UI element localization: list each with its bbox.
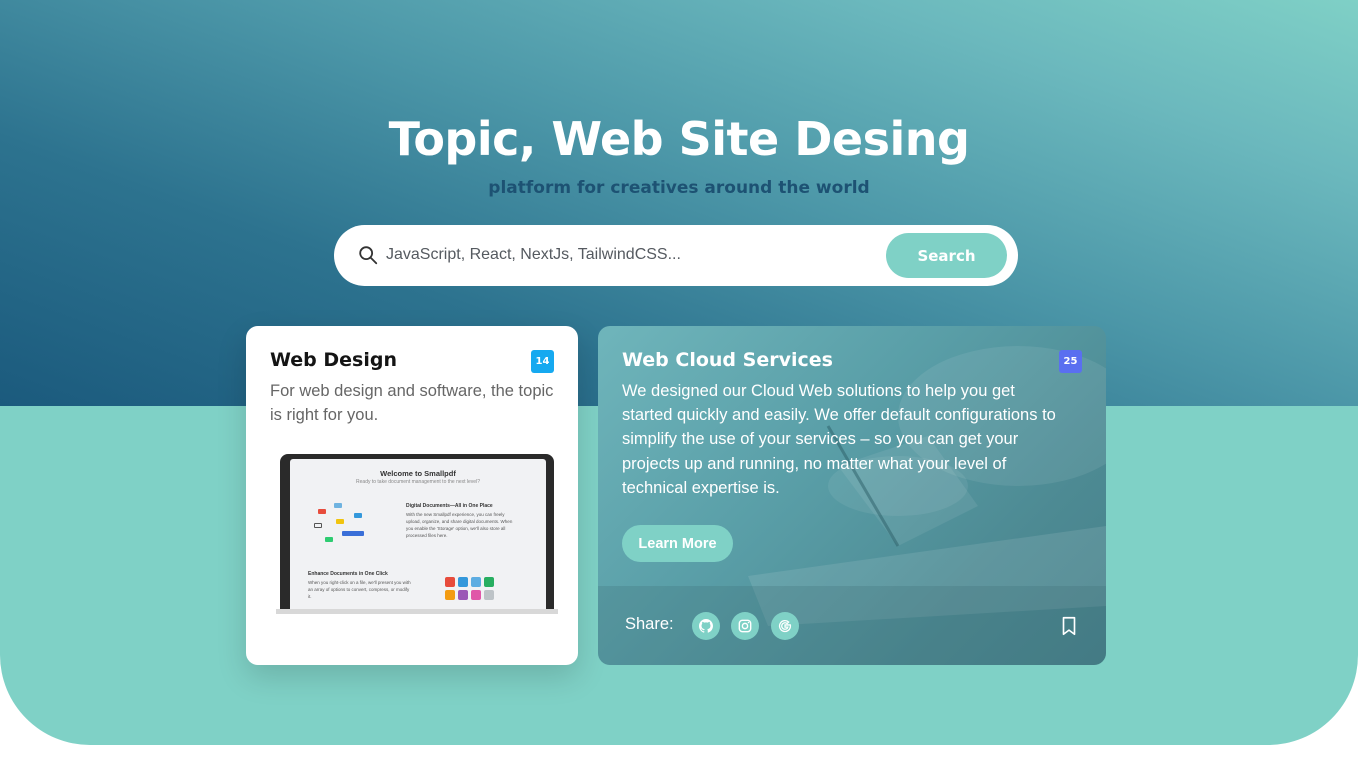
tool-tile: [484, 577, 494, 587]
card-description: For web design and software, the topic i…: [270, 382, 554, 424]
screen-heading: Enhance Documents in One Click: [308, 571, 388, 577]
tool-tile: [458, 590, 468, 600]
card-web-cloud-services[interactable]: Web Cloud Services 25 We designed our Cl…: [598, 326, 1106, 665]
tool-tile: [471, 590, 481, 600]
screen-text: With the new Smallpdf experience, you ca…: [406, 512, 513, 538]
tool-tile: [458, 577, 468, 587]
bookmark-icon[interactable]: [1058, 615, 1080, 637]
count-badge: 14: [531, 350, 554, 373]
search-input[interactable]: [386, 239, 876, 271]
screen-text: When you right-click on a file, we'll pr…: [308, 580, 411, 599]
tool-tile: [445, 590, 455, 600]
tablet-illustration: Welcome to Smallpdf Ready to take docume…: [276, 454, 558, 614]
google-icon[interactable]: [771, 612, 799, 640]
file-chip: [325, 537, 333, 542]
file-chip: [336, 519, 344, 524]
tool-tile: [484, 590, 494, 600]
file-chip: [318, 509, 326, 514]
search-icon: [359, 246, 378, 265]
tablet-base: [276, 609, 558, 614]
page-subtitle: platform for creatives around the world: [488, 178, 870, 198]
github-icon[interactable]: [692, 612, 720, 640]
card-title: Web Cloud Services: [622, 349, 833, 371]
learn-more-button[interactable]: Learn More: [622, 525, 733, 562]
screen-title: Welcome to Smallpdf: [380, 469, 456, 478]
file-chip: [334, 503, 342, 508]
share-label: Share:: [625, 615, 674, 633]
file-chip: [354, 513, 362, 518]
page-title: Topic, Web Site Desing: [388, 112, 970, 166]
count-badge: 25: [1059, 350, 1082, 373]
file-chip: [342, 531, 364, 536]
screen-subtitle: Ready to take document management to the…: [356, 479, 480, 485]
tablet-screen: Welcome to Smallpdf Ready to take docume…: [290, 459, 546, 614]
screen-heading: Digital Documents—All in One Place: [406, 503, 493, 509]
folder-icon: [314, 523, 322, 528]
card-web-design[interactable]: Web Design 14 For web design and softwar…: [246, 326, 578, 665]
tool-tile: [445, 577, 455, 587]
card-title: Web Design: [270, 349, 397, 371]
card-description: We designed our Cloud Web solutions to h…: [622, 382, 1056, 497]
tool-tile: [471, 577, 481, 587]
instagram-icon[interactable]: [731, 612, 759, 640]
search-button[interactable]: Search: [886, 233, 1007, 278]
search-bar: Search: [334, 225, 1018, 286]
